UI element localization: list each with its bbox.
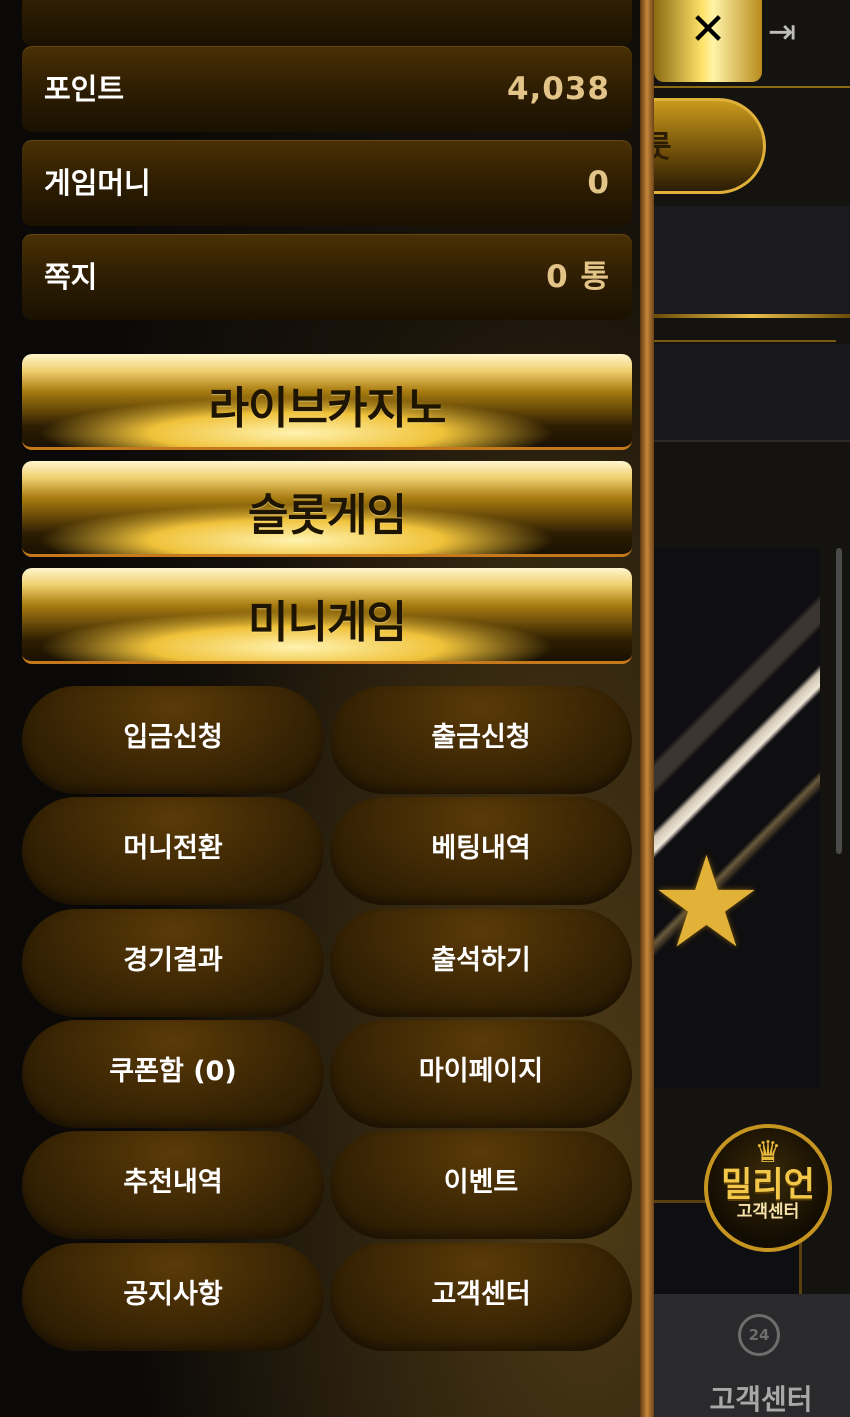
clock-24-icon: 24 [738,1314,780,1356]
info-row-points: 포인트 4,038 [22,46,632,132]
info-value: 0 통 [546,259,610,295]
badge-subtitle: 고객센터 [736,1202,800,1222]
divider [654,440,850,442]
info-label: 게임머니 [44,166,151,200]
divider [654,340,836,342]
info-label: 쪽지 [44,260,98,294]
customer-center-button[interactable]: 고객센터 [330,1243,632,1351]
deposit-request-button[interactable]: 입금신청 [22,686,324,794]
button-label: 미니게임 [248,597,407,648]
info-row-game-money: 게임머니 0 [22,140,632,226]
coupon-box-button[interactable]: 쿠폰함 (0) [22,1020,324,1128]
mini-game-button[interactable]: 미니게임 [22,568,632,664]
info-row-partial [22,0,632,46]
background-page: ⇥ 룻 ★ 24 고객센터 ♛ 밀리언 고객센터 [640,0,850,1417]
button-label: 라이브카지노 [208,383,447,434]
info-row-messages[interactable]: 쪽지 0 통 [22,234,632,320]
crown-icon: ♛ [754,1135,782,1170]
customer-center-badge[interactable]: ♛ 밀리언 고객센터 [704,1124,832,1252]
side-drawer: 포인트 4,038 게임머니 0 쪽지 0 통 라이브카지노 슬롯게임 미니게임… [0,0,654,1417]
background-band [654,344,850,440]
footer-label: 고객센터 [709,1383,813,1416]
money-transfer-button[interactable]: 머니전환 [22,797,324,905]
slot-game-button[interactable]: 슬롯게임 [22,461,632,557]
divider [654,314,850,318]
drawer-edge [640,0,654,1417]
match-results-button[interactable]: 경기결과 [22,909,324,1017]
exit-icon[interactable]: ⇥ [762,12,802,52]
event-button[interactable]: 이벤트 [330,1131,632,1239]
my-page-button[interactable]: 마이페이지 [330,1020,632,1128]
button-label: 슬롯게임 [248,490,407,541]
info-label: 포인트 [44,72,125,106]
betting-history-button[interactable]: 베팅내역 [330,797,632,905]
star-icon: ★ [650,829,763,976]
scrollbar[interactable] [836,548,842,854]
referral-history-button[interactable]: 추천내역 [22,1131,324,1239]
badge-title: 밀리언 [721,1165,815,1205]
withdraw-request-button[interactable]: 출금신청 [330,686,632,794]
info-value: 4,038 [506,71,610,107]
divider [654,86,850,88]
background-band [654,206,850,316]
close-icon[interactable]: ✕ [684,6,732,54]
live-casino-button[interactable]: 라이브카지노 [22,354,632,450]
background-banner [654,548,820,1088]
attendance-button[interactable]: 출석하기 [330,909,632,1017]
info-value: 0 [587,165,610,201]
notice-button[interactable]: 공지사항 [22,1243,324,1351]
